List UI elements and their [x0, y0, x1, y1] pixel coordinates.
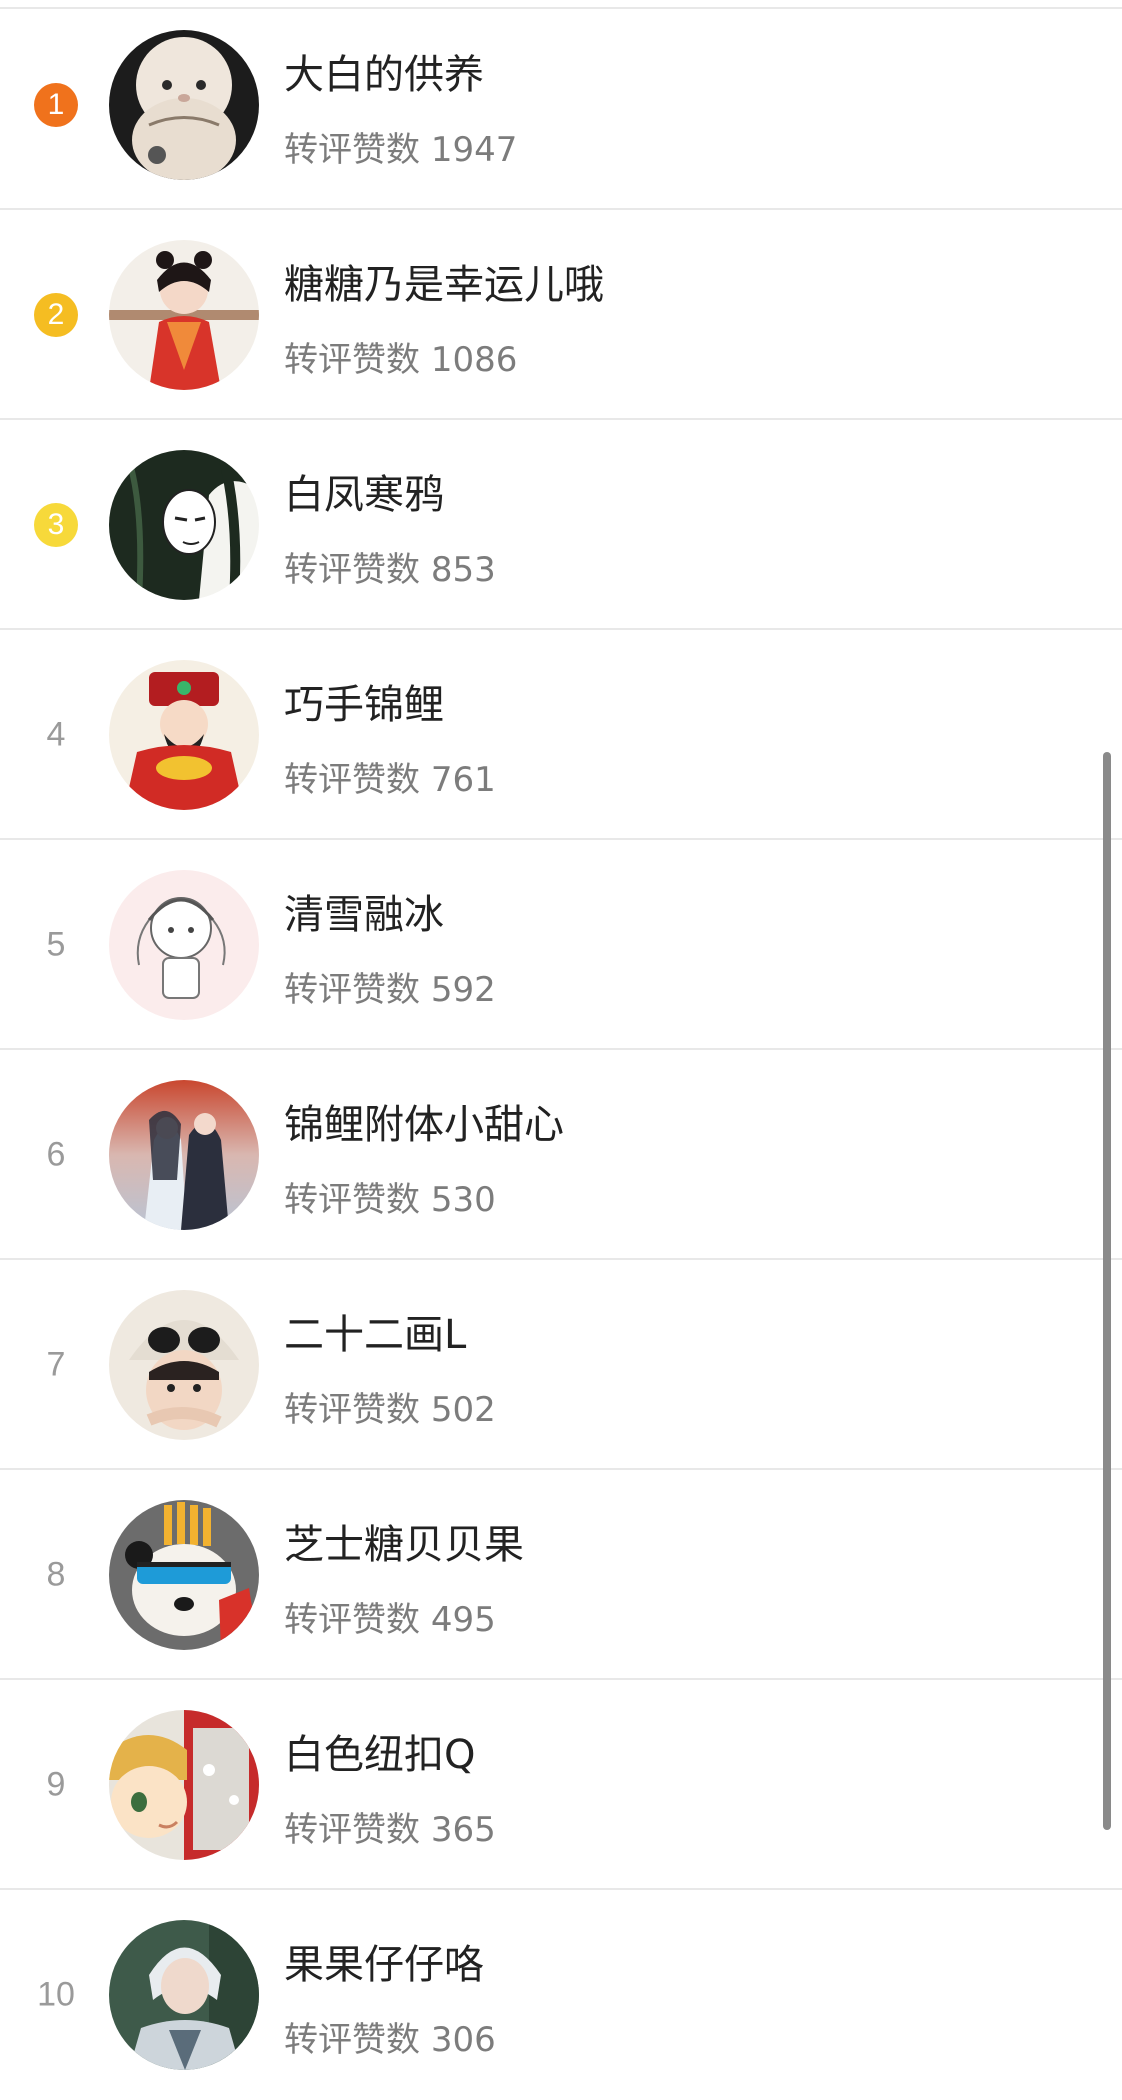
boy-panda-hat-avatar[interactable]: [109, 1290, 259, 1440]
rank-badge: 3: [34, 503, 78, 547]
rank-number: 10: [37, 1975, 75, 2014]
sketch-chibi-girl-avatar[interactable]: [109, 870, 259, 1020]
stat-label: 转评赞数: [284, 1180, 420, 1220]
stat-label: 转评赞数: [284, 1600, 420, 1640]
user-name[interactable]: 白色纽扣Q: [284, 1722, 475, 1780]
list-item[interactable]: 2 糖糖乃是幸运儿哦 转评赞数 1086: [0, 210, 1122, 420]
list-item[interactable]: 1 大白的供养 转评赞数 1947: [0, 0, 1122, 210]
stat-label: 转评赞数: [284, 760, 420, 800]
list-item[interactable]: 5 清雪融冰 转评赞数 592: [0, 840, 1122, 1050]
ink-sketch-character-avatar[interactable]: [109, 450, 259, 600]
rank-number: 5: [46, 925, 66, 964]
stat-count: 1947: [430, 130, 518, 170]
user-name[interactable]: 巧手锦鲤: [284, 672, 444, 730]
red-dress-girl-avatar[interactable]: [109, 240, 259, 390]
stat-count: 530: [430, 1180, 496, 1220]
stat-label: 转评赞数: [284, 340, 420, 380]
stat-text: 转评赞数 495: [284, 1592, 496, 1641]
list-item[interactable]: 3 白凤寒鸦 转评赞数 853: [0, 420, 1122, 630]
stat-count: 306: [430, 2020, 496, 2060]
stat-count: 592: [430, 970, 496, 1010]
user-name[interactable]: 大白的供养: [284, 42, 484, 100]
rank-number: 9: [46, 1765, 66, 1804]
stat-count: 761: [430, 760, 496, 800]
rank-number: 8: [46, 1555, 66, 1594]
stat-label: 转评赞数: [284, 550, 420, 590]
rank-number: 6: [46, 1135, 66, 1174]
stat-label: 转评赞数: [284, 970, 420, 1010]
stat-count: 502: [430, 1390, 496, 1430]
stat-count: 853: [430, 550, 496, 590]
list-item[interactable]: 8 芝士糖贝贝果 转评赞数 495: [0, 1470, 1122, 1680]
rank-number: 4: [46, 715, 66, 754]
stat-text: 转评赞数 592: [284, 962, 496, 1011]
user-name[interactable]: 锦鲤附体小甜心: [284, 1092, 564, 1150]
list-item[interactable]: 7 二十二画L 转评赞数 502: [0, 1260, 1122, 1470]
stat-text: 转评赞数 502: [284, 1382, 496, 1431]
vertical-scrollbar[interactable]: [1103, 752, 1111, 1830]
panda-sunglasses-avatar[interactable]: [109, 1500, 259, 1650]
user-name[interactable]: 二十二画L: [284, 1302, 466, 1360]
stat-count: 495: [430, 1600, 496, 1640]
stat-label: 转评赞数: [284, 2020, 420, 2060]
stat-text: 转评赞数 530: [284, 1172, 496, 1221]
stat-count: 1086: [430, 340, 518, 380]
stat-text: 转评赞数 761: [284, 752, 496, 801]
list-item[interactable]: 4 巧手锦鲤 转评赞数 761: [0, 630, 1122, 840]
user-name[interactable]: 果果仔仔咯: [284, 1932, 484, 1990]
stat-count: 365: [430, 1810, 496, 1850]
stat-text: 转评赞数 365: [284, 1802, 496, 1851]
anime-couple-avatar[interactable]: [109, 1080, 259, 1230]
white-hair-warrior-avatar[interactable]: [109, 1920, 259, 2070]
user-name[interactable]: 清雪融冰: [284, 882, 444, 940]
stat-text: 转评赞数 853: [284, 542, 496, 591]
list-item[interactable]: 9 白色纽扣Q 转评赞数 365: [0, 1680, 1122, 1890]
stat-label: 转评赞数: [284, 130, 420, 170]
rank-badge: 1: [34, 83, 78, 127]
stat-text: 转评赞数 306: [284, 2012, 496, 2061]
user-name[interactable]: 芝士糖贝贝果: [284, 1512, 524, 1570]
fluffy-white-plush-avatar[interactable]: [109, 30, 259, 180]
stat-text: 转评赞数 1086: [284, 332, 517, 381]
stat-text: 转评赞数 1947: [284, 122, 517, 171]
stat-label: 转评赞数: [284, 1390, 420, 1430]
list-item[interactable]: 6 锦鲤附体小甜心 转评赞数 530: [0, 1050, 1122, 1260]
user-name[interactable]: 白凤寒鸦: [284, 462, 444, 520]
rank-badge: 2: [34, 293, 78, 337]
list-item[interactable]: 10 果果仔仔咯 转评赞数 306: [0, 1890, 1122, 2100]
cartoon-boy-phone-booth-avatar[interactable]: [109, 1710, 259, 1860]
user-name[interactable]: 糖糖乃是幸运儿哦: [284, 252, 604, 310]
rank-number: 7: [46, 1345, 66, 1384]
god-of-wealth-avatar[interactable]: [109, 660, 259, 810]
stat-label: 转评赞数: [284, 1810, 420, 1850]
